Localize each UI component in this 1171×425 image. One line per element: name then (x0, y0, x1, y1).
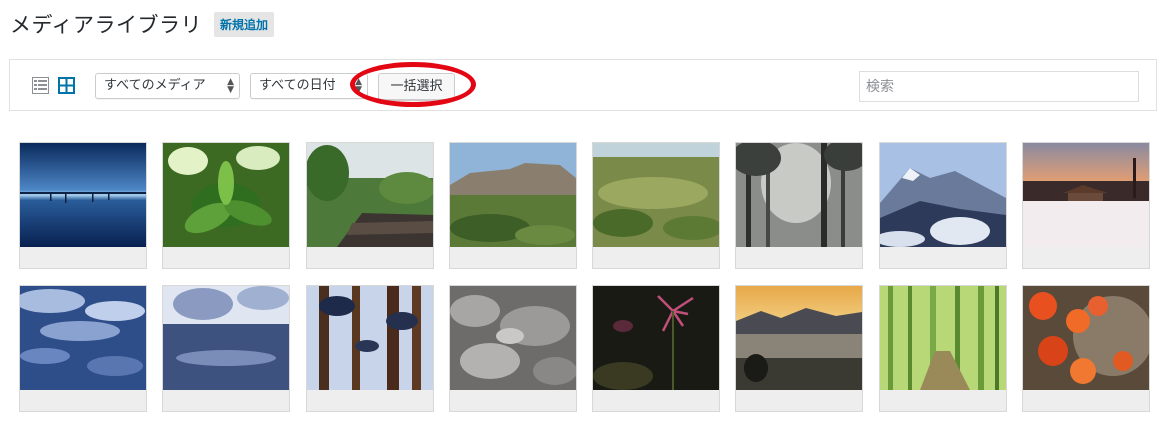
media-type-filter-value: すべてのメディア (104, 78, 206, 93)
attachment-bamboo-grove[interactable] (879, 285, 1007, 412)
attachment-snowy-cabin-sunset[interactable] (1022, 142, 1150, 269)
search-input[interactable] (859, 71, 1139, 102)
media-toolbar: すべてのメディア ▲ ▼ すべての日付 ▲ ▼ 一括選択 (9, 59, 1157, 111)
highlight-annotation (350, 62, 476, 107)
attachment-misty-forest[interactable] (735, 142, 863, 269)
attachment-tropical-leaves[interactable] (162, 142, 290, 269)
select-arrows-icon: ▲ ▼ (227, 77, 234, 95)
attachment-snowy-cedar-forest[interactable] (306, 285, 434, 412)
attachment-snowy-riverbank[interactable] (162, 285, 290, 412)
attachment-night-lake-reflection[interactable] (19, 142, 147, 269)
page-title: メディアライブラリ (10, 13, 203, 37)
attachment-jungle-river[interactable] (306, 142, 434, 269)
media-type-filter[interactable]: すべてのメディア ▲ ▼ (95, 73, 240, 99)
grid-view-icon[interactable] (58, 77, 75, 94)
date-filter-value: すべての日付 (259, 78, 336, 93)
attachment-table-mountain-landscape[interactable] (449, 142, 577, 269)
attachment-green-plain-aerial[interactable] (592, 142, 720, 269)
attachment-frozen-marsh[interactable] (19, 285, 147, 412)
attachment-misty-valley-sunrise[interactable] (735, 285, 863, 412)
add-new-button[interactable]: 新規追加 (214, 11, 275, 37)
attachment-frost-texture[interactable] (449, 285, 577, 412)
list-view-icon[interactable] (32, 77, 49, 94)
attachment-autumn-maple-leaves[interactable] (1022, 285, 1150, 412)
attachment-red-spider-lily[interactable] (592, 285, 720, 412)
page-header: メディアライブラリ 新規追加 (10, 9, 275, 39)
attachment-snowy-mountains[interactable] (879, 142, 1007, 269)
